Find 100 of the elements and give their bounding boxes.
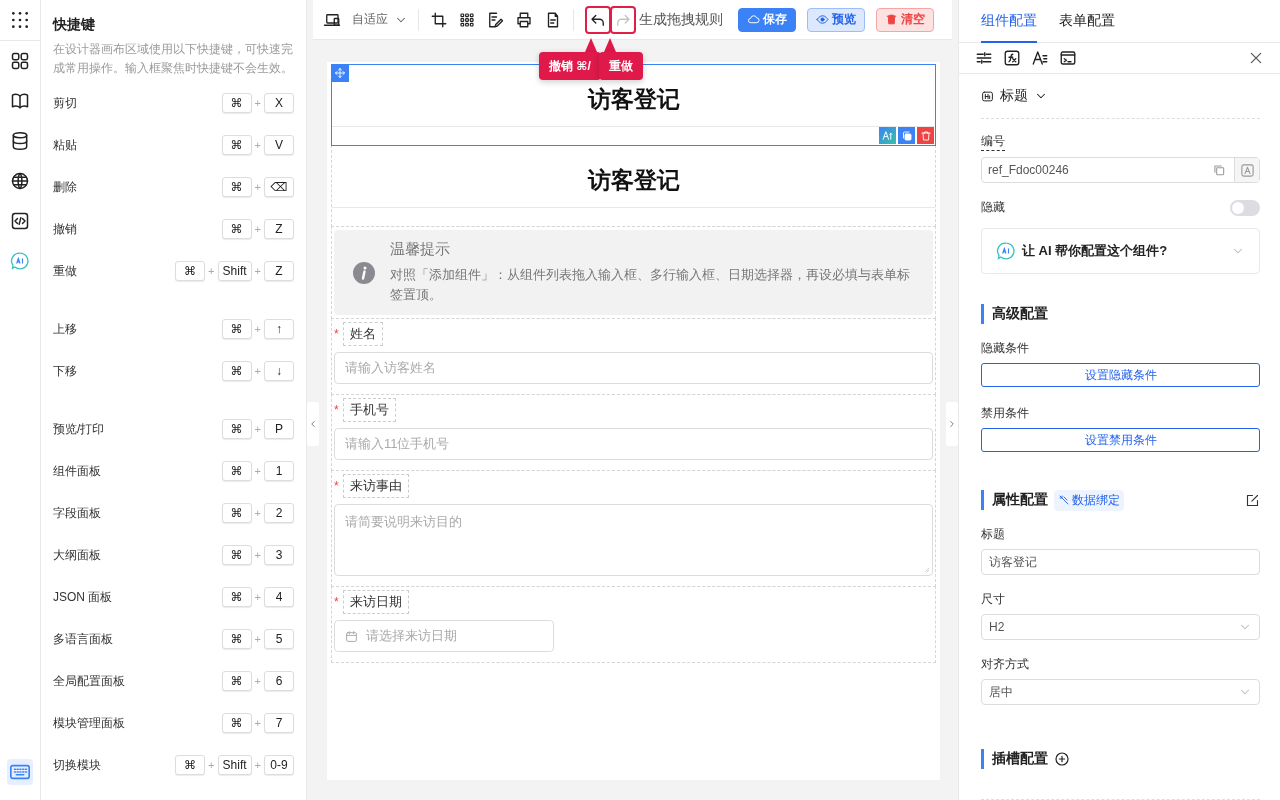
wand-icon bbox=[1058, 494, 1070, 506]
field-label: 对齐方式 bbox=[981, 656, 1030, 673]
panel-tab[interactable]: 组件配置 bbox=[981, 0, 1037, 43]
toolbar-button[interactable]: 预览 bbox=[807, 7, 865, 32]
blocks-icon bbox=[10, 51, 30, 71]
plus-sign: + bbox=[254, 365, 261, 377]
cloud-icon bbox=[747, 13, 760, 26]
key-cap: 0-9 bbox=[264, 755, 294, 775]
move-handle[interactable] bbox=[331, 64, 349, 82]
collapse-handle[interactable] bbox=[946, 402, 958, 446]
edit-icon[interactable] bbox=[1245, 492, 1260, 508]
plus-sign: + bbox=[208, 265, 215, 277]
component-type-select[interactable]: 标题 bbox=[981, 74, 1260, 119]
panel-tab[interactable]: 表单配置 bbox=[1059, 0, 1115, 43]
delete-button[interactable] bbox=[917, 127, 934, 144]
shortcut-label: 上移 bbox=[53, 320, 77, 338]
viewport-select[interactable]: 自适应 bbox=[352, 8, 419, 31]
key-cap: ↓ bbox=[264, 361, 294, 381]
text-icon bbox=[1239, 162, 1255, 178]
plus-sign: + bbox=[254, 507, 261, 519]
sliders-icon[interactable] bbox=[975, 49, 993, 67]
key-cap: Z bbox=[264, 219, 294, 239]
required-mark: * bbox=[334, 403, 339, 417]
select-field[interactable]: 居中 bbox=[981, 679, 1260, 705]
terminal-icon[interactable] bbox=[1059, 49, 1077, 67]
text-style-icon[interactable] bbox=[1031, 49, 1049, 67]
shortcut-label: 删除 bbox=[53, 178, 77, 196]
plus-sign: + bbox=[254, 465, 261, 477]
shortcut-label: 下移 bbox=[53, 362, 77, 380]
field-label: 隐藏条件 bbox=[981, 340, 1030, 357]
ai-icon[interactable] bbox=[996, 241, 1016, 261]
key-cap: ⌘ bbox=[221, 629, 252, 649]
condition-button[interactable]: 设置隐藏条件 bbox=[981, 363, 1260, 387]
key-cap: 6 bbox=[264, 671, 294, 691]
heading-icon bbox=[981, 89, 994, 103]
hidden-toggle[interactable] bbox=[1230, 199, 1260, 216]
copy-icon bbox=[1212, 163, 1226, 177]
key-cap: 4 bbox=[264, 587, 294, 607]
shortcut-label: 预览/打印 bbox=[53, 420, 105, 438]
field-label: 姓名 bbox=[342, 322, 383, 346]
plus-sign: + bbox=[254, 633, 261, 645]
database-icon bbox=[10, 131, 30, 151]
print-button[interactable] bbox=[515, 10, 533, 29]
globe-icon bbox=[10, 171, 30, 191]
section-title: 属性配置 bbox=[992, 491, 1048, 509]
edit-button[interactable] bbox=[486, 10, 504, 29]
plus-sign: + bbox=[254, 549, 261, 561]
eye-icon bbox=[816, 13, 829, 26]
shortcut-label: 多语言面板 bbox=[53, 630, 113, 648]
condition-button[interactable]: 设置禁用条件 bbox=[981, 428, 1260, 452]
panel-title: 快捷键 bbox=[53, 16, 96, 34]
field-label: 标题 bbox=[981, 526, 1006, 543]
copy-button[interactable] bbox=[898, 127, 915, 144]
plus-sign: + bbox=[208, 759, 215, 771]
panel-description: 在设计器画布区域使用以下快捷键，可快速完成常用操作。输入框聚焦时快捷键不会生效。 bbox=[53, 41, 294, 77]
toolbar-button[interactable]: 保存 bbox=[738, 7, 796, 32]
section-title: 高级配置 bbox=[992, 305, 1048, 323]
key-cap: ⌘ bbox=[221, 419, 252, 439]
key-cap: ⌘ bbox=[175, 261, 206, 281]
plus-sign: + bbox=[254, 759, 261, 771]
collapse-handle[interactable] bbox=[307, 402, 319, 446]
input-field[interactable]: 访客登记 bbox=[981, 549, 1260, 575]
data-binding-tag[interactable]: 数据绑定 bbox=[1054, 489, 1124, 511]
menu-icon bbox=[10, 10, 30, 30]
field-label: 手机号 bbox=[342, 398, 396, 422]
select-field[interactable]: H2 bbox=[981, 614, 1260, 640]
function-icon[interactable] bbox=[1003, 49, 1021, 67]
field-label: 来访日期 bbox=[342, 590, 409, 614]
crop-button[interactable] bbox=[430, 10, 448, 29]
key-cap: ⌘ bbox=[221, 545, 252, 565]
shortcut-label: 撤销 bbox=[53, 220, 77, 238]
ai-button[interactable] bbox=[879, 127, 896, 144]
heading-block[interactable]: 访客登记 bbox=[331, 145, 936, 227]
close-icon[interactable] bbox=[1248, 50, 1264, 66]
trash-icon bbox=[885, 13, 898, 26]
id-field[interactable]: ref_Fdoc00246 bbox=[981, 157, 1260, 183]
key-cap: Shift bbox=[217, 261, 252, 281]
undo-button[interactable] bbox=[585, 5, 611, 34]
shortcut-label: 大纲面板 bbox=[53, 546, 101, 564]
grid-button[interactable] bbox=[459, 11, 475, 28]
chevron-left-icon bbox=[308, 419, 318, 429]
shortcut-label: JSON 面板 bbox=[53, 588, 113, 606]
key-cap: 5 bbox=[264, 629, 294, 649]
key-cap: ⌘ bbox=[221, 671, 252, 691]
key-cap: Shift bbox=[217, 755, 252, 775]
plus-sign: + bbox=[254, 591, 261, 603]
shortcut-label: 切换模块 bbox=[53, 756, 101, 774]
ai-assist-card[interactable]: 让 AI 帮你配置这个组件? bbox=[981, 228, 1260, 274]
field-label: 尺寸 bbox=[981, 591, 1006, 608]
key-cap: X bbox=[264, 93, 294, 113]
shortcut-label: 字段面板 bbox=[53, 504, 101, 522]
printer-icon bbox=[515, 10, 533, 29]
ai-icon[interactable] bbox=[10, 251, 30, 271]
rule-link[interactable]: 生成拖拽规则 bbox=[639, 10, 723, 29]
edit-icon bbox=[486, 10, 504, 29]
plus-circle-icon[interactable] bbox=[1054, 751, 1070, 767]
key-cap: P bbox=[264, 419, 294, 439]
key-cap: ⌘ bbox=[221, 587, 252, 607]
chevron-right-icon bbox=[947, 419, 957, 429]
plus-sign: + bbox=[254, 423, 261, 435]
